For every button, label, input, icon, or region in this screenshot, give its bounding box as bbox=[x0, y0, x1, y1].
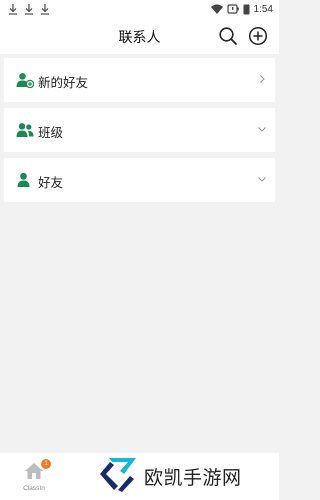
search-icon[interactable] bbox=[218, 26, 238, 46]
chevron-right-icon bbox=[260, 75, 265, 83]
chevron-down-icon bbox=[258, 177, 266, 182]
row-label: 班级 bbox=[38, 125, 64, 140]
sim-icon bbox=[243, 4, 250, 14]
tab-classin[interactable]: 1 ClassIn bbox=[14, 457, 54, 497]
watermark: 欧凯手游网 bbox=[96, 452, 276, 498]
status-time: 1:54 bbox=[253, 3, 273, 15]
wifi-icon bbox=[210, 4, 223, 14]
class-group-icon bbox=[16, 123, 34, 137]
notification-badge: 1 bbox=[41, 459, 51, 469]
notification-icons bbox=[8, 3, 50, 15]
row-new-friends[interactable]: 新的好友 bbox=[4, 58, 275, 102]
top-app-bar: 联系人 bbox=[0, 18, 279, 54]
chevron-down-icon bbox=[258, 127, 266, 132]
add-circle-icon[interactable] bbox=[248, 26, 268, 46]
watermark-text: 欧凯手游网 bbox=[144, 467, 242, 489]
friend-icon bbox=[17, 172, 30, 187]
row-friends[interactable]: 好友 bbox=[4, 158, 275, 202]
row-label: 新的好友 bbox=[38, 75, 89, 90]
watermark-logo-icon bbox=[100, 458, 136, 492]
tab-label: ClassIn bbox=[23, 485, 45, 492]
new-friend-icon bbox=[16, 73, 34, 88]
download-icon bbox=[9, 4, 17, 15]
battery-icon bbox=[226, 4, 239, 14]
row-classes[interactable]: 班级 bbox=[4, 108, 275, 152]
download-icon bbox=[41, 4, 49, 15]
system-icons: 1:54 bbox=[210, 3, 273, 15]
row-label: 好友 bbox=[38, 175, 64, 190]
status-bar: 1:54 bbox=[0, 0, 279, 18]
download-icon bbox=[25, 4, 33, 15]
